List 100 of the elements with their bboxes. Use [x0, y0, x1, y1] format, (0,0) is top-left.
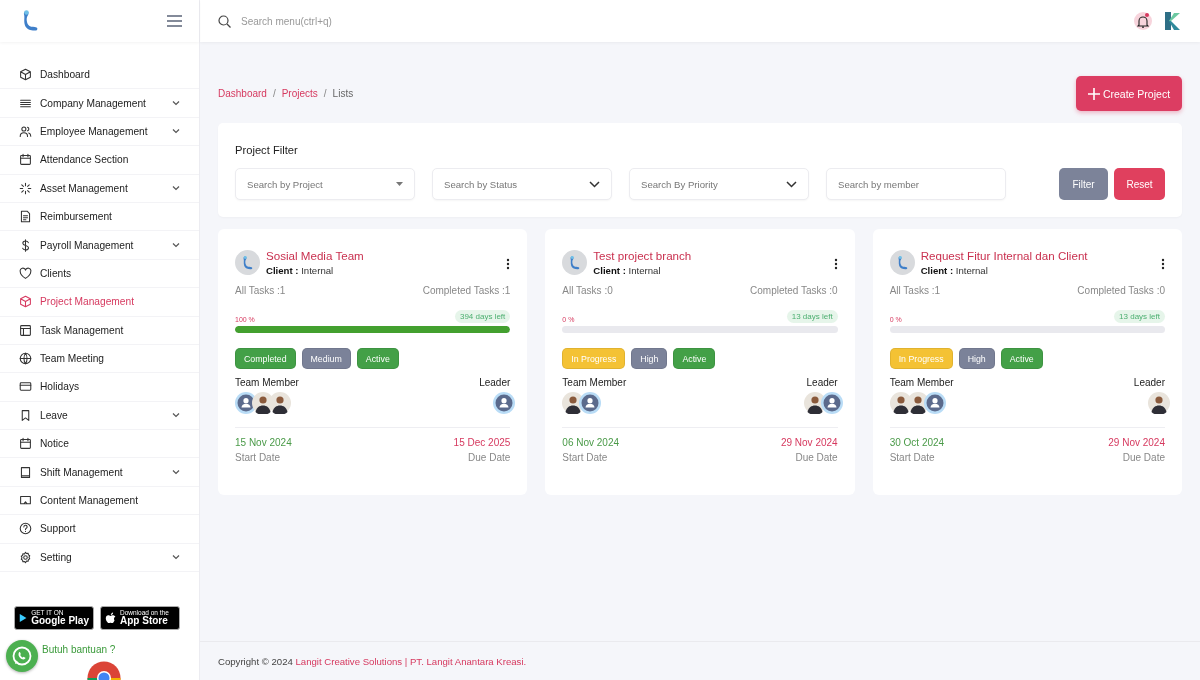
sidebar-item[interactable]: Employee Management — [0, 117, 199, 147]
due-date: 15 Dec 2025 — [453, 437, 511, 448]
member-avatar — [923, 392, 946, 414]
select-field[interactable]: Search by Status — [432, 168, 612, 200]
leader-avatar — [1148, 392, 1170, 414]
help-text[interactable]: Butuh bantuan ? — [42, 644, 116, 655]
sidebar-item[interactable]: Project Management — [0, 288, 199, 317]
breadcrumb-separator: / — [323, 88, 327, 99]
days-left-tag: 394 days left — [454, 310, 511, 323]
sidebar-item[interactable]: Setting — [0, 543, 199, 573]
status-tag: High — [958, 348, 995, 369]
sidebar-item[interactable]: Attendance Section — [0, 146, 199, 175]
status-tag: In Progress — [562, 348, 626, 369]
table-icon — [19, 323, 32, 337]
sidebar-item[interactable]: Asset Management — [0, 174, 199, 203]
team-member-label: Team Member — [562, 377, 627, 388]
select-field[interactable]: Search by Project — [235, 168, 415, 200]
copyright-text: Copyright © 2024 Langit Creative Solutions | PT. Langit Anantara Kreasi. — [218, 655, 527, 667]
apple-icon — [105, 611, 116, 625]
filter-title: Project Filter — [235, 144, 298, 156]
select-field[interactable]: Search By Priority — [629, 168, 809, 200]
sidebar-item[interactable]: Reimbursement — [0, 202, 199, 232]
status-tag: Active — [673, 348, 716, 369]
project-title[interactable]: Sosial Media Team — [266, 249, 501, 262]
sidebar-item[interactable]: Support — [0, 515, 199, 544]
all-tasks-count: All Tasks :0 — [562, 285, 613, 296]
sidebar-item[interactable]: Clients — [0, 259, 199, 289]
sidebar-item[interactable]: Content Management — [0, 486, 199, 516]
settings-icon — [19, 550, 32, 564]
completed-tasks-count: Completed Tasks :0 — [1077, 285, 1165, 296]
users-icon — [19, 124, 32, 138]
chrome-icon[interactable] — [87, 661, 121, 680]
sidebar-item[interactable]: Notice — [0, 430, 199, 459]
leader-avatar — [493, 392, 516, 414]
play-icon — [19, 612, 28, 624]
sidebar-item[interactable]: Team Meeting — [0, 344, 199, 374]
search-icon — [218, 14, 231, 28]
company-link[interactable]: Langit Creative Solutions | PT. Langit Anantara Kreasi. — [295, 655, 527, 667]
sidebar-item[interactable]: Holidays — [0, 373, 199, 402]
sidebar-item[interactable]: Company Management — [0, 89, 199, 118]
leader-label: Leader — [806, 377, 838, 388]
logo-icon — [241, 254, 254, 271]
reset-button[interactable]: Reset — [1114, 168, 1165, 200]
calendar-icon — [19, 153, 32, 167]
days-left-tag: 13 days left — [786, 310, 838, 323]
more-icon[interactable] — [1161, 258, 1165, 270]
status-tag: Medium — [301, 348, 351, 369]
member-avatar — [269, 392, 291, 414]
start-date: 30 Oct 2024 — [889, 437, 945, 448]
filter-button[interactable]: Filter — [1059, 168, 1108, 200]
status-tag: In Progress — [889, 348, 953, 369]
dollar-icon — [19, 238, 32, 252]
breadcrumb-link[interactable]: Projects — [281, 88, 318, 99]
bookmark-icon — [19, 408, 32, 422]
team-member-label: Team Member — [889, 377, 954, 388]
menu-icon[interactable] — [167, 15, 182, 27]
caret-icon — [396, 182, 403, 186]
whatsapp-button[interactable] — [6, 640, 38, 672]
card-icon — [19, 380, 32, 394]
start-date-label: Start Date — [889, 452, 935, 463]
more-icon[interactable] — [833, 258, 838, 270]
notification-button[interactable] — [1134, 12, 1152, 30]
days-left-tag: 13 days left — [1114, 310, 1165, 323]
status-tag: High — [631, 348, 668, 369]
due-date-label: Due Date — [795, 452, 838, 463]
start-date-label: Start Date — [235, 452, 281, 463]
leader-label: Leader — [1133, 377, 1165, 388]
due-date-label: Due Date — [1122, 452, 1165, 463]
project-title[interactable]: Test project branch — [593, 249, 828, 262]
create-project-button[interactable]: Create Project — [1076, 76, 1182, 111]
sidebar-item[interactable]: Leave — [0, 401, 199, 431]
sidebar-item[interactable]: Dashboard — [0, 61, 199, 90]
sidebar-item[interactable]: Shift Management — [0, 458, 199, 487]
breadcrumb-link[interactable]: Dashboard — [218, 88, 267, 99]
loader-icon — [19, 181, 32, 195]
heart-icon — [19, 266, 32, 280]
chevron-down-icon — [786, 180, 797, 188]
all-tasks-count: All Tasks :1 — [889, 285, 941, 296]
status-tag: Completed — [235, 348, 296, 369]
breadcrumb-separator: / — [272, 88, 276, 99]
sidebar-item[interactable]: Task Management — [0, 316, 199, 345]
due-date-label: Due Date — [468, 452, 511, 463]
book-icon — [19, 465, 32, 479]
document-icon — [19, 210, 32, 224]
completed-tasks-count: Completed Tasks :1 — [422, 285, 511, 296]
team-member-label: Team Member — [235, 377, 299, 388]
sidebar-item[interactable]: Payroll Management — [0, 231, 199, 260]
due-date: 29 Nov 2024 — [780, 437, 838, 448]
member-avatar — [579, 392, 602, 414]
logo-icon — [568, 254, 582, 271]
start-date: 06 Nov 2024 — [562, 437, 620, 448]
globe-icon — [19, 352, 32, 366]
more-icon[interactable] — [506, 258, 511, 270]
project-title[interactable]: Request Fitur Internal dan Client — [920, 249, 1155, 262]
breadcrumb-current: Lists — [332, 88, 354, 99]
client-text: Client : Internal — [920, 265, 989, 276]
leader-label: Leader — [479, 377, 511, 388]
client-text: Client : Internal — [593, 265, 662, 276]
status-tag: Active — [1000, 348, 1043, 369]
input-field[interactable]: Search by member — [826, 168, 1006, 200]
